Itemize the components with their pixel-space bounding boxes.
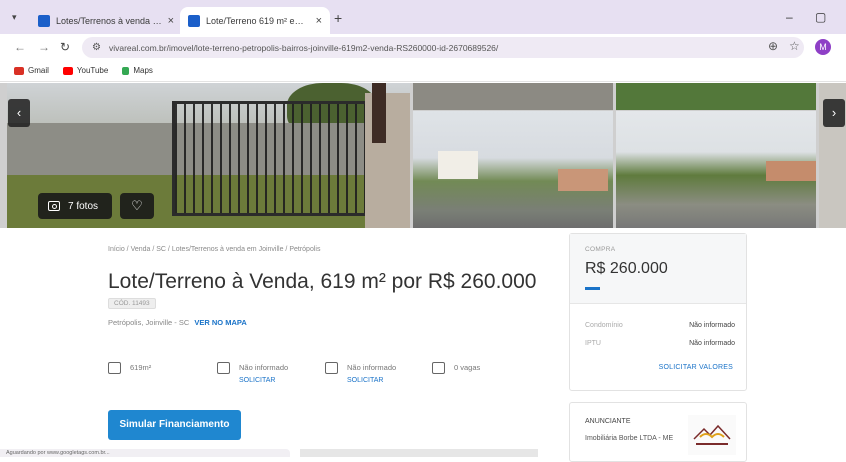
- row-value: Não informado: [689, 322, 735, 329]
- location-text: Petrópolis, Joinville - SC VER NO MAPA: [108, 318, 247, 327]
- bookmark-label: Maps: [133, 66, 153, 75]
- gallery-next-icon[interactable]: ›: [823, 99, 845, 127]
- location-address: Petrópolis, Joinville - SC: [108, 318, 190, 327]
- maps-icon: [122, 66, 130, 75]
- feature-bedrooms: Não informado SOLICITAR: [217, 362, 289, 384]
- close-tab-icon[interactable]: ×: [316, 15, 322, 27]
- feature-value: 0 vagas: [454, 363, 481, 372]
- advertiser-logo[interactable]: [688, 415, 736, 455]
- feature-parking: 0 vagas: [432, 362, 481, 374]
- photos-button[interactable]: 7 fotos: [38, 193, 112, 219]
- feature-value: Não informado: [239, 363, 289, 372]
- request-values-link[interactable]: SOLICITAR VALORES: [659, 364, 733, 371]
- bookmark-label: Gmail: [28, 66, 49, 75]
- camera-icon: [48, 201, 60, 211]
- minimize-icon[interactable]: –: [786, 10, 793, 24]
- tab-title: Lote/Terreno 619 m² em Petrópo: [206, 15, 310, 26]
- iptu-row: IPTU Não informado: [585, 340, 735, 347]
- vivareal-favicon-icon: [38, 14, 50, 27]
- area-icon: [108, 362, 121, 374]
- price-label: COMPRA: [585, 246, 616, 253]
- content-placeholder: [300, 449, 538, 457]
- tab-current-listing[interactable]: Lote/Terreno 619 m² em Petrópo ×: [180, 7, 330, 34]
- feature-area: 619m²: [108, 362, 152, 374]
- close-tab-icon[interactable]: ×: [168, 15, 174, 27]
- simulate-financing-button[interactable]: Simular Financiamento: [108, 410, 241, 440]
- page-title: Lote/Terreno à Venda, 619 m² por R$ 260.…: [108, 270, 537, 293]
- bookmarks-bar: Gmail YouTube Maps: [0, 60, 846, 82]
- browser-status-bar: Aguardando por www.googletags.com.br...: [0, 449, 290, 457]
- house: [558, 169, 608, 191]
- condo-fee-row: Condomínio Não informado: [585, 322, 735, 329]
- tab-listings[interactable]: Lotes/Terrenos à venda em Joinv ×: [30, 7, 182, 34]
- tab-search-chevron-icon[interactable]: ▾: [12, 12, 17, 23]
- bathroom-icon: [325, 362, 338, 374]
- bedroom-icon: [217, 362, 230, 374]
- profile-avatar[interactable]: M: [815, 39, 831, 55]
- advertiser-name[interactable]: Imobiliária Borbe LTDA - ME: [585, 432, 680, 445]
- advertiser-label: ANUNCIANTE: [585, 418, 631, 425]
- view-map-link[interactable]: VER NO MAPA: [194, 318, 246, 327]
- bookmark-label: YouTube: [76, 66, 109, 75]
- new-tab-icon[interactable]: +: [334, 10, 342, 26]
- bookmark-star-icon[interactable]: ☆: [789, 39, 800, 53]
- youtube-icon: [62, 66, 73, 75]
- car-icon: [432, 362, 445, 374]
- photos-count: 7 fotos: [68, 200, 99, 212]
- listing-code-badge: CÓD. 11493: [108, 298, 156, 309]
- photo-thumb-1[interactable]: [413, 83, 613, 110]
- gallery-prev-icon[interactable]: ‹: [8, 99, 30, 127]
- row-key: IPTU: [585, 340, 601, 347]
- photo-thumb-3[interactable]: [413, 111, 613, 228]
- pole: [372, 83, 386, 143]
- address-bar[interactable]: ⚙ vivareal.com.br/imovel/lote-terreno-pe…: [82, 37, 804, 58]
- feature-value: Não informado: [347, 363, 397, 372]
- price-accent-line: [585, 287, 600, 290]
- bookmark-maps[interactable]: Maps: [122, 66, 153, 75]
- photo-thumb-4[interactable]: [616, 111, 816, 228]
- house: [438, 151, 478, 179]
- bookmark-youtube[interactable]: YouTube: [62, 66, 109, 75]
- forward-icon[interactable]: →: [38, 40, 50, 54]
- photo-thumb-2[interactable]: [616, 83, 816, 110]
- url-text: vivareal.com.br/imovel/lote-terreno-petr…: [108, 42, 499, 53]
- reload-icon[interactable]: ↻: [60, 40, 70, 54]
- breadcrumb[interactable]: Início / Venda / SC / Lotes/Terrenos à v…: [108, 246, 320, 253]
- row-key: Condomínio: [585, 322, 623, 329]
- advertiser-card: ANUNCIANTE Imobiliária Borbe LTDA - ME: [569, 402, 747, 462]
- back-icon[interactable]: ←: [14, 40, 26, 54]
- iron-gate: [172, 101, 372, 216]
- request-bedrooms-link[interactable]: SOLICITAR: [239, 377, 288, 384]
- price-value: R$ 260.000: [585, 260, 668, 277]
- gmail-icon: [14, 66, 24, 75]
- maximize-icon[interactable]: ▢: [815, 10, 826, 24]
- favorite-heart-icon[interactable]: ♡: [120, 193, 154, 219]
- feature-bathrooms: Não informado SOLICITAR: [325, 362, 397, 384]
- row-value: Não informado: [689, 340, 735, 347]
- bookmark-gmail[interactable]: Gmail: [14, 66, 49, 75]
- vivareal-favicon-icon: [188, 14, 200, 27]
- request-bathrooms-link[interactable]: SOLICITAR: [347, 377, 396, 384]
- browser-toolbar: ← → ↻ ⚙ vivareal.com.br/imovel/lote-terr…: [0, 34, 846, 60]
- tab-title: Lotes/Terrenos à venda em Joinv: [56, 15, 162, 26]
- price-card: COMPRA R$ 260.000 Condomínio Não informa…: [569, 233, 747, 391]
- site-info-icon[interactable]: ⚙: [92, 42, 101, 53]
- translate-icon[interactable]: ⊕: [768, 39, 778, 53]
- feature-value: 619m²: [130, 363, 152, 372]
- house: [766, 161, 816, 181]
- tab-strip: ▾ Lotes/Terrenos à venda em Joinv × Lote…: [0, 0, 846, 34]
